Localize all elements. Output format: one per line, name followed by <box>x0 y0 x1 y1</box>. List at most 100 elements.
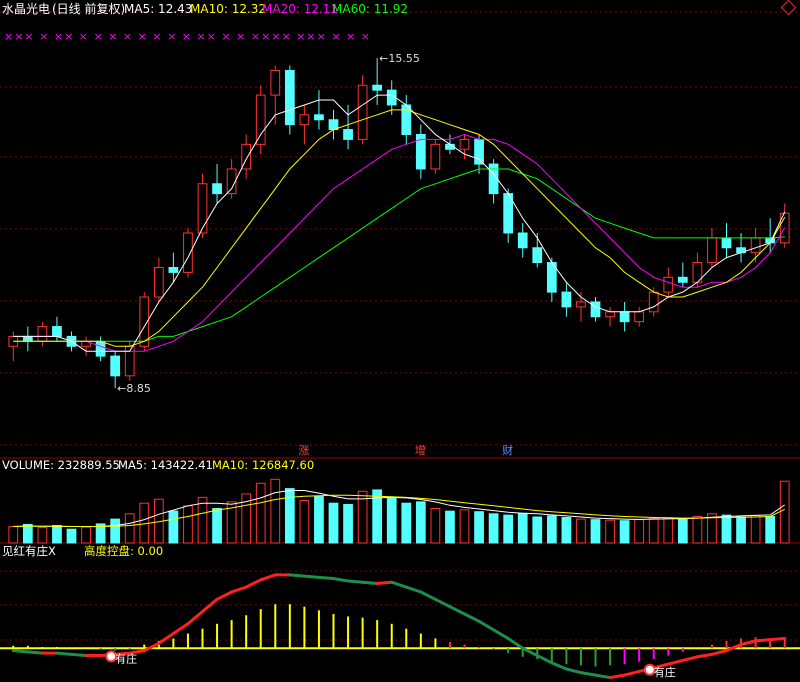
volume-bar[interactable] <box>750 514 761 544</box>
indicator-control: 高度控盘: 0.00 <box>84 544 163 558</box>
indicator-line-segment <box>390 580 408 589</box>
indicator-line-segment <box>11 649 30 654</box>
volume-bar[interactable] <box>605 519 615 544</box>
volume-bars[interactable] <box>8 478 790 544</box>
volume-bar[interactable] <box>619 520 630 544</box>
volume-bar[interactable] <box>183 505 193 544</box>
candle-body <box>561 291 572 308</box>
indicator-signal-label: 有庄 <box>654 665 676 679</box>
stock-chart: ××× × ×× × × × × × × × × ×× × × ×××× ×××… <box>0 1 800 680</box>
volume-bar[interactable] <box>110 518 121 544</box>
volume-bar[interactable] <box>765 515 776 544</box>
ma5-value: MA5: 12.43 <box>124 2 192 16</box>
volume-bar[interactable] <box>576 518 586 544</box>
candle-body <box>197 183 208 234</box>
indicator-line-segment <box>477 619 496 632</box>
volume-bar[interactable] <box>212 508 222 544</box>
volume-bar[interactable] <box>546 515 557 544</box>
volume-bar[interactable] <box>124 513 135 544</box>
candle-body <box>372 84 383 91</box>
volume-bar[interactable] <box>328 502 339 544</box>
volume-bar[interactable] <box>8 526 19 544</box>
candle-body <box>22 335 33 342</box>
volume-bar[interactable] <box>648 518 659 544</box>
candle-body <box>153 266 164 298</box>
candle-body <box>95 340 106 357</box>
ma20-value: MA20: 12.11 <box>262 2 338 16</box>
candle-body <box>357 84 368 140</box>
volume-bar[interactable] <box>721 514 732 544</box>
volume-bar[interactable] <box>474 511 484 544</box>
volume-bar[interactable] <box>459 509 470 544</box>
indicator-line-segment <box>448 605 466 616</box>
volume-bar[interactable] <box>445 510 455 544</box>
volume-bar[interactable] <box>415 501 426 544</box>
volume-bar[interactable] <box>168 510 179 544</box>
volume-bar[interactable] <box>314 496 324 544</box>
volume-bar[interactable] <box>270 478 281 544</box>
volume-ma5: MA5: 143422.41 <box>118 458 213 472</box>
indicator-line-segment <box>230 585 248 594</box>
candle-body <box>459 138 470 150</box>
indicator-line-segment <box>375 580 394 585</box>
indicator-line-segment <box>259 573 277 582</box>
volume-bar[interactable] <box>736 516 746 544</box>
candle-body <box>707 237 717 264</box>
indicator-line-segment <box>186 610 204 626</box>
indicator-line-segment <box>419 590 437 601</box>
indicator-line-segment <box>244 578 263 589</box>
stock-name: 水晶光电 <box>2 2 50 16</box>
candle-body <box>634 311 645 323</box>
indicator-line-segment <box>302 574 321 579</box>
volume-bar[interactable] <box>503 514 514 544</box>
indicator-line-segment <box>681 655 699 662</box>
candle-body <box>226 168 237 195</box>
candle-body <box>110 355 121 377</box>
volume-bar[interactable] <box>37 527 48 544</box>
volume-bar[interactable] <box>22 523 33 544</box>
indicator-line-segment <box>768 636 787 642</box>
indicator-line-segment <box>404 585 423 594</box>
signal-label: 涨 <box>298 444 309 457</box>
candle-body <box>270 69 281 96</box>
indicator-signal-label: 有庄 <box>115 651 137 665</box>
indicator-line-segment <box>579 671 597 677</box>
top-markers: ××× × ×× × × × × × × × × ×× × × ×××× ×××… <box>4 30 370 43</box>
volume-bar[interactable] <box>517 512 528 544</box>
volume-bar[interactable] <box>634 519 645 544</box>
indicator-line-segment <box>492 628 510 640</box>
chart-mode: (日线 前复权) <box>52 1 125 16</box>
volume-bar[interactable] <box>561 517 572 544</box>
candle-body <box>401 104 412 135</box>
volume-bar[interactable] <box>430 508 441 544</box>
volume-bar[interactable] <box>692 515 703 544</box>
volume-bar[interactable] <box>401 502 412 544</box>
candle-body <box>576 301 586 308</box>
volume-bar[interactable] <box>779 480 790 544</box>
indicator-line-segment <box>201 597 219 614</box>
candle-body <box>299 114 310 126</box>
indicator-line-segment <box>710 649 728 656</box>
volume-bar[interactable] <box>532 516 543 544</box>
candle-body <box>183 232 193 273</box>
candlestick-series[interactable] <box>8 58 790 389</box>
ma20-line <box>13 133 786 352</box>
candle-body <box>52 326 62 337</box>
low-price-label: ←8.85 <box>117 382 151 395</box>
volume-bar[interactable] <box>488 513 499 544</box>
volume-bar[interactable] <box>299 500 310 544</box>
volume-bar[interactable] <box>343 504 353 544</box>
volume-bar[interactable] <box>81 526 91 544</box>
indicator-line-segment <box>550 661 568 671</box>
volume-bar[interactable] <box>52 524 62 544</box>
indicator-line-segment <box>594 673 612 680</box>
volume-bar[interactable] <box>66 528 77 544</box>
candle-body <box>343 129 353 140</box>
volume-bar[interactable] <box>663 517 674 544</box>
volume-bar[interactable] <box>255 482 266 544</box>
volume-bar[interactable] <box>677 518 688 544</box>
indicator-line-segment <box>564 667 583 675</box>
volume-bar[interactable] <box>590 519 601 544</box>
candle-body <box>721 237 732 249</box>
volume-bar[interactable] <box>386 497 397 544</box>
